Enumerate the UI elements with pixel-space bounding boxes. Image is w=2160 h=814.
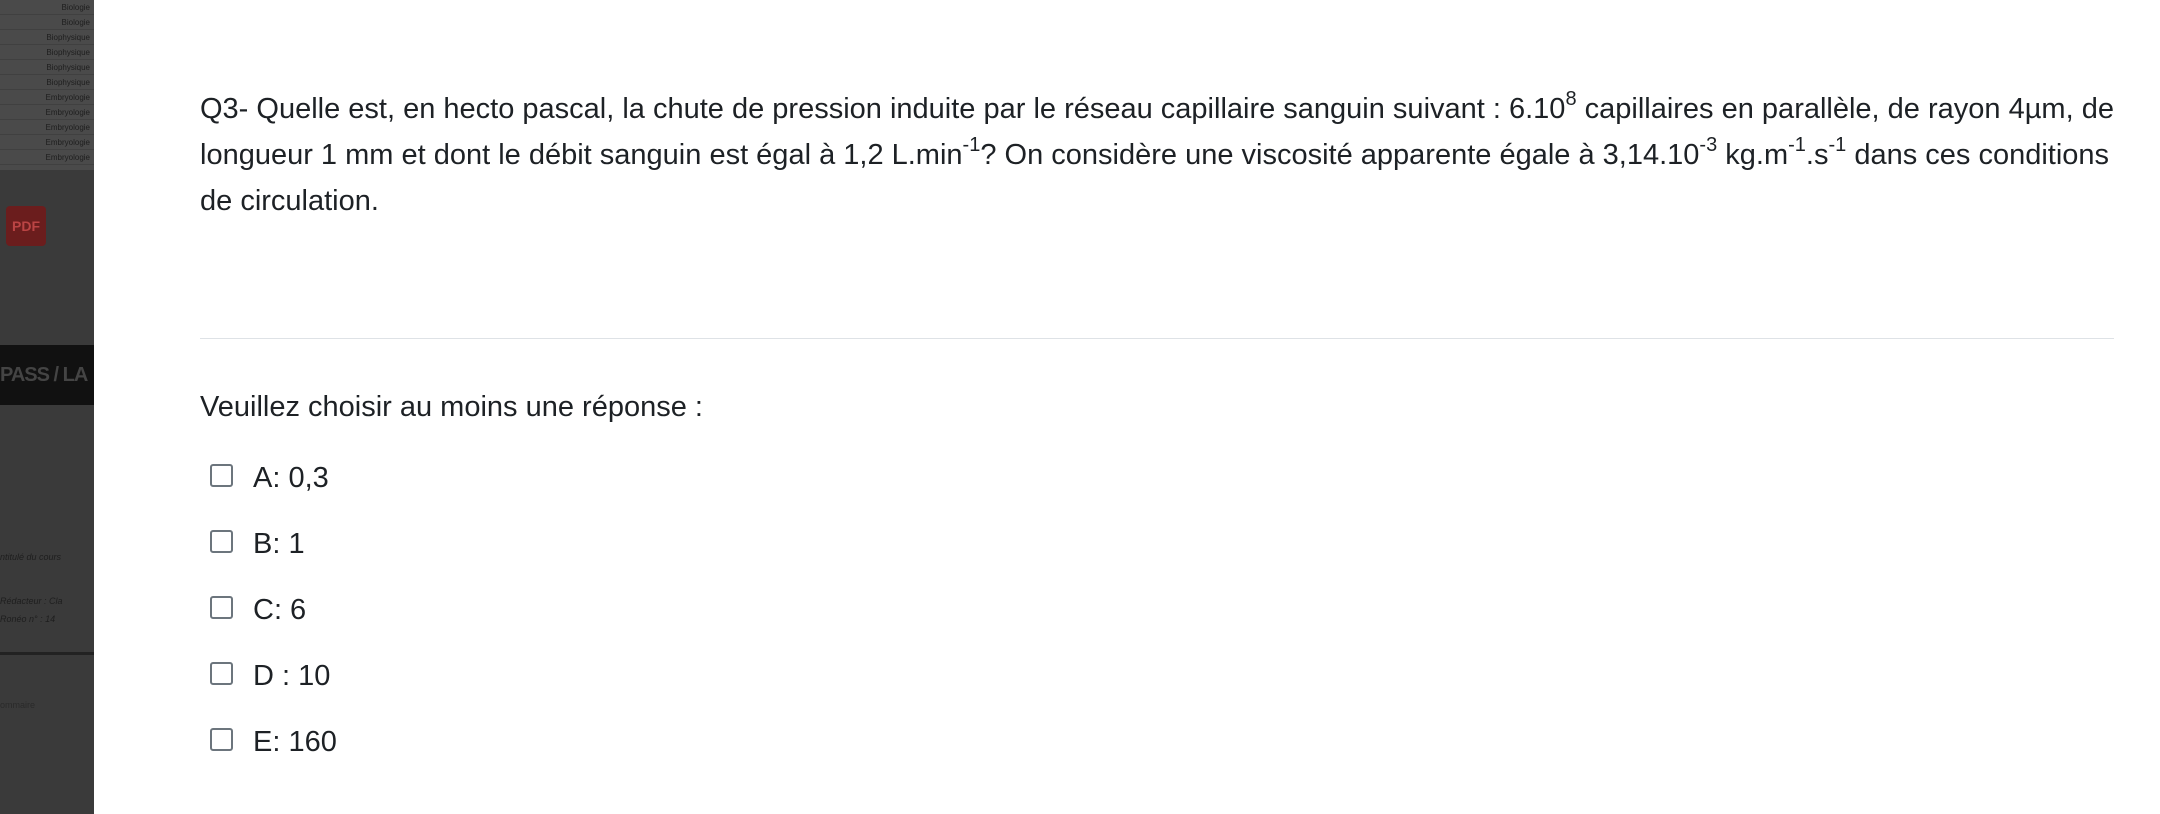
answer-option-d[interactable]: D : 10 xyxy=(210,643,337,709)
answer-option-c[interactable]: C: 6 xyxy=(210,577,337,643)
background-list-item: Biologie xyxy=(61,18,90,27)
checkbox[interactable] xyxy=(210,727,233,751)
background-note: ommaire xyxy=(0,700,36,710)
answer-option-b[interactable]: B: 1 xyxy=(210,511,337,577)
checkbox[interactable] xyxy=(210,463,233,487)
answer-label[interactable]: E: 160 xyxy=(253,726,337,759)
answer-label[interactable]: D : 10 xyxy=(253,660,330,693)
background-note: Rédacteur : Cla xyxy=(0,596,63,606)
background-list-item: Biophysique xyxy=(46,78,90,87)
background-note: Ronéo n° : 14 xyxy=(0,614,56,624)
background-list-item: Embryologie xyxy=(45,93,90,102)
background-list-item: Embryologie xyxy=(45,123,90,132)
question-text-segment: kg.m xyxy=(1717,139,1789,171)
answer-prompt: Veuillez choisir au moins une réponse : xyxy=(200,391,703,423)
answer-option-e[interactable]: E: 160 xyxy=(210,709,337,775)
answer-label[interactable]: B: 1 xyxy=(253,528,305,561)
background-list-item: Biophysique xyxy=(46,33,90,42)
answer-option-a[interactable]: A: 0,3 xyxy=(210,445,337,511)
superscript: -3 xyxy=(1699,134,1718,157)
background-list-item: Embryologie xyxy=(45,153,90,162)
pdf-icon: PDF xyxy=(6,206,46,246)
divider xyxy=(200,338,2114,339)
superscript: -1 xyxy=(1828,134,1847,157)
background-list-item: Biologie xyxy=(61,3,90,12)
answer-label[interactable]: C: 6 xyxy=(253,594,306,627)
background-note: ntitulé du cours xyxy=(0,552,62,562)
checkbox[interactable] xyxy=(210,661,233,685)
question-text-segment: Q3- Quelle est, en hecto pascal, la chut… xyxy=(200,93,1566,125)
background-list-item: Embryologie xyxy=(45,108,90,117)
background-divider xyxy=(0,652,94,655)
quiz-question-panel: Q3- Quelle est, en hecto pascal, la chut… xyxy=(94,0,2160,814)
question-text-segment: ? On considère une viscosité apparente é… xyxy=(980,139,1700,171)
superscript: -1 xyxy=(1788,134,1806,157)
background-list-item: Embryologie xyxy=(45,138,90,147)
checkbox[interactable] xyxy=(210,595,233,619)
background-list-item: Biophysique xyxy=(46,63,90,72)
background-page-overlay: Biologie Biologie Biophysique Biophysiqu… xyxy=(0,0,94,814)
background-course-list: Biologie Biologie Biophysique Biophysiqu… xyxy=(0,0,94,170)
background-list-item: Biophysique xyxy=(46,48,90,57)
answer-list: A: 0,3 B: 1 C: 6 D : 10 E: 160 xyxy=(210,445,337,775)
checkbox[interactable] xyxy=(210,529,233,553)
question-text-segment: .s xyxy=(1805,139,1829,171)
superscript: -1 xyxy=(962,134,981,157)
background-banner: PASS / LA xyxy=(0,345,94,405)
answer-label[interactable]: A: 0,3 xyxy=(253,462,329,495)
superscript: 8 xyxy=(1565,88,1577,111)
question-text: Q3- Quelle est, en hecto pascal, la chut… xyxy=(200,86,2120,224)
